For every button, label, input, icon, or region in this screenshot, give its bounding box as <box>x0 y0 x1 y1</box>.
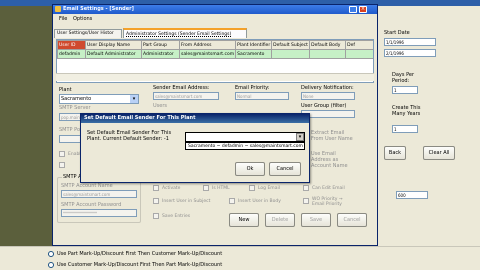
menu-bar: File Options <box>53 15 377 23</box>
sender-dropdown[interactable] <box>185 132 305 142</box>
save-entries-checkbox[interactable] <box>153 213 159 219</box>
insert-user-body-checkbox[interactable] <box>229 198 235 204</box>
insert-user-subject-checkbox[interactable] <box>153 198 159 204</box>
plant-label: Plant <box>59 87 72 93</box>
is-html-label: Is HTML <box>212 186 230 191</box>
email-priority-select[interactable]: Normal <box>235 92 289 100</box>
delete-button[interactable]: Delete <box>265 213 295 227</box>
table-cell[interactable] <box>271 49 311 59</box>
table-cell[interactable]: defadmin <box>57 49 86 59</box>
delivery-notification-label: Delivery Notification: <box>301 85 354 91</box>
column-header[interactable]: Def <box>345 40 373 50</box>
menu-file[interactable]: File <box>59 16 67 22</box>
cancel-button[interactable]: Cancel <box>337 213 367 227</box>
can-edit-checkbox[interactable] <box>303 185 309 191</box>
activate-label: Activate <box>162 186 181 191</box>
table-cell[interactable]: Sacramento <box>235 49 273 59</box>
years-field[interactable]: 1 <box>392 125 418 133</box>
extract-email-label: Extract Email From User Name <box>311 130 353 142</box>
smtp-server-label: SMTP Server <box>59 105 91 111</box>
radio-part-first[interactable] <box>48 251 54 257</box>
sender-table: User ID User Display Name Part Group Fro… <box>57 40 373 59</box>
smtp-account-name-field[interactable]: sales@maintsmart.com <box>61 190 137 198</box>
wo-priority-label: WO Priority → Email Priority <box>312 197 343 207</box>
column-header[interactable]: From Address <box>178 40 237 50</box>
smtp-password-label: SMTP Account Password <box>61 202 122 208</box>
background-app-left <box>0 0 52 270</box>
table-cell[interactable] <box>345 49 373 59</box>
insert-user-body-label: Insert User in Body <box>238 199 281 204</box>
radio-customer-first[interactable] <box>48 262 54 268</box>
window-icon <box>55 6 61 12</box>
grid-scrollbar[interactable] <box>56 73 374 81</box>
chevron-down-icon[interactable]: ▾ <box>296 133 304 141</box>
table-cell[interactable] <box>309 49 347 59</box>
insert-user-subject-label: Insert User in Subject <box>162 199 211 204</box>
delivery-notification-select[interactable]: None <box>301 92 355 100</box>
window-title: Email Settings - [Sender] <box>63 6 134 12</box>
set-default-sender-dialog: Set Default Email Sender For This Plant … <box>80 113 310 183</box>
tab-administrator-settings[interactable]: Administrator Settings (Sender Email Set… <box>123 28 247 38</box>
plant-select[interactable]: Sacramento <box>59 94 139 104</box>
table-cell[interactable]: Administrator <box>141 49 180 59</box>
column-header[interactable]: Default Body <box>309 40 347 50</box>
email-priority-label: Email Priority: <box>235 85 270 91</box>
dialog-prompt-line2: Plant. Current Default Sender: -1 <box>87 136 169 142</box>
column-header[interactable]: Part Group <box>141 40 180 50</box>
days-per-period-field[interactable]: 1 <box>392 86 418 94</box>
column-header[interactable]: User ID <box>57 40 86 50</box>
chevron-down-icon[interactable]: ▾ <box>130 95 138 103</box>
menu-options[interactable]: Options <box>73 16 92 22</box>
table-cell[interactable]: sales@maintsmart.com <box>178 49 237 59</box>
dropdown-option[interactable]: Sacramento ~ defadmin ~ sales@maintsmart… <box>185 142 305 150</box>
column-header[interactable]: Plant Identifier <box>235 40 273 50</box>
smtp-auth-group: SMTP A SMTP Account Name sales@maintsmar… <box>57 174 141 223</box>
dialog-title-bar: Set Default Email Sender For This Plant <box>81 114 309 123</box>
ok-button[interactable]: Ok <box>235 162 265 176</box>
date-field-1[interactable]: 1/1/1996 <box>384 38 436 46</box>
bottom-strip: Use Part Mark-Up/Discount First Then Cus… <box>0 246 480 270</box>
dialog-title: Set Default Email Sender For This Plant <box>84 115 196 121</box>
size-field[interactable]: 600 <box>396 191 428 199</box>
start-date-label: Start Date <box>384 30 410 36</box>
clear-all-button[interactable]: Clear All <box>423 146 455 160</box>
date-field-2[interactable]: 2/1/1996 <box>384 49 436 57</box>
back-button[interactable]: Back <box>384 146 406 160</box>
radio-customer-first-label: Use Customer Mark-Up/Discount First Then… <box>57 262 223 268</box>
users-label: Users <box>153 103 168 109</box>
smtp-account-name-label: SMTP Account Name <box>61 183 113 189</box>
new-button[interactable]: New <box>229 213 259 227</box>
table-header-row: User ID User Display Name Part Group Fro… <box>57 40 373 50</box>
column-header[interactable]: Default Subject <box>271 40 311 50</box>
sender-email-field[interactable]: sales@maintsmart.com <box>153 92 219 100</box>
radio-part-first-label: Use Part Mark-Up/Discount First Then Cus… <box>57 251 223 257</box>
save-button[interactable]: Save <box>301 213 331 227</box>
tab-user-settings[interactable]: User Settings/User Histor <box>54 29 122 38</box>
create-years-label: Create This Many Years <box>392 105 421 117</box>
close-icon[interactable]: × <box>359 6 367 13</box>
log-email-checkbox[interactable] <box>249 185 255 191</box>
use-email-label: Use Email Address as Account Name <box>311 151 348 169</box>
table-row[interactable]: defadmin Default Administrator Administr… <box>57 49 373 59</box>
wo-priority-checkbox[interactable] <box>303 198 309 204</box>
column-header[interactable]: User Display Name <box>85 40 142 50</box>
dialog-cancel-button[interactable]: Cancel <box>269 162 301 176</box>
enable-checkbox[interactable] <box>59 151 65 157</box>
log-email-label: Log Email <box>258 186 280 191</box>
can-edit-label: Can Edit Email <box>312 186 345 191</box>
user-group-label: User Group (filter) <box>301 103 347 109</box>
title-bar: Email Settings - [Sender] × <box>53 5 377 14</box>
right-panel: Start Date 1/1/1996 2/1/1996 Days Per Pe… <box>378 6 480 216</box>
enable-checkbox-2[interactable] <box>59 162 65 168</box>
is-html-checkbox[interactable] <box>203 185 209 191</box>
table-cell[interactable]: Default Administrator <box>85 49 142 59</box>
days-per-period-label: Days Per Period: <box>392 72 415 84</box>
save-entries-label: Save Entries <box>162 214 191 219</box>
minimize-button[interactable] <box>349 6 357 13</box>
sender-email-label: Sender Email Address: <box>153 85 210 91</box>
activate-checkbox[interactable] <box>153 185 159 191</box>
smtp-password-field[interactable]: ***************** <box>61 209 137 217</box>
